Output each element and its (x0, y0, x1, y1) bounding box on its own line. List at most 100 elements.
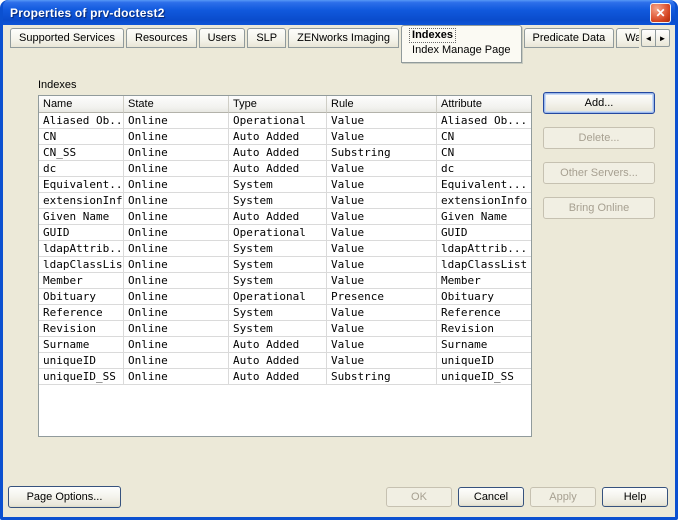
table-cell: Value (327, 353, 437, 369)
tab-label: Supported Services (19, 32, 115, 44)
column-header-attribute[interactable]: Attribute (437, 96, 531, 113)
tab-resources[interactable]: Resources (126, 28, 197, 48)
tab-slp[interactable]: SLP (247, 28, 286, 48)
table-cell: Online (124, 337, 229, 353)
dialog-body: Supported Services ResourcesUsers SLP ZENwo… (3, 25, 675, 517)
table-cell: System (229, 321, 327, 337)
table-cell: Member (437, 273, 531, 289)
tab-predicate-data[interactable]: Predicate Data (524, 28, 615, 48)
apply-button: Apply (530, 487, 596, 507)
table-cell: Substring (327, 145, 437, 161)
table-row[interactable]: GUIDOnlineOperationalValueGUID (39, 225, 531, 241)
table-row[interactable]: uniqueID_SSOnlineAuto AddedSubstringuniq… (39, 369, 531, 385)
bring-online-button: Bring Online (543, 197, 655, 219)
tab-sublabel: Index Manage Page (410, 42, 512, 56)
table-cell: Given Name (39, 209, 124, 225)
table-row[interactable]: ldapAttrib...OnlineSystemValueldapAttrib… (39, 241, 531, 257)
table-row[interactable]: Equivalent...OnlineSystemValueEquivalent… (39, 177, 531, 193)
table-cell: GUID (39, 225, 124, 241)
table-cell: Value (327, 321, 437, 337)
table-cell: Obituary (437, 289, 531, 305)
table-cell: Online (124, 193, 229, 209)
title-bar[interactable]: Properties of prv-doctest2 ✕ (3, 0, 675, 25)
column-header-rule[interactable]: Rule (327, 96, 437, 113)
table-cell: System (229, 193, 327, 209)
table-cell: CN_SS (39, 145, 124, 161)
window-title: Properties of prv-doctest2 (10, 6, 650, 20)
table-row[interactable]: dcOnlineAuto AddedValuedc (39, 161, 531, 177)
tab-label: ZENworks Imaging (297, 32, 390, 44)
tab-indexes[interactable]: IndexesIndex Manage Page (401, 25, 521, 63)
table-cell: System (229, 257, 327, 273)
table-row[interactable]: MemberOnlineSystemValueMember (39, 273, 531, 289)
table-row[interactable]: uniqueIDOnlineAuto AddedValueuniqueID (39, 353, 531, 369)
table-cell: Presence (327, 289, 437, 305)
column-header-type[interactable]: Type (229, 96, 327, 113)
table-row[interactable]: Given NameOnlineAuto AddedValueGiven Nam… (39, 209, 531, 225)
table-cell: System (229, 273, 327, 289)
indexes-table: NameStateTypeRuleAttribute Aliased Ob...… (38, 95, 532, 437)
table-cell: Member (39, 273, 124, 289)
table-cell: uniqueID_SS (39, 369, 124, 385)
table-row[interactable]: ObituaryOnlineOperationalPresenceObituar… (39, 289, 531, 305)
tab-strip: Supported Services ResourcesUsers SLP ZENwo… (10, 25, 639, 67)
table-cell: Value (327, 129, 437, 145)
column-header-name[interactable]: Name (39, 96, 124, 113)
table-cell: Value (327, 337, 437, 353)
table-cell: Given Name (437, 209, 531, 225)
help-button[interactable]: Help (602, 487, 668, 507)
table-row[interactable]: RevisionOnlineSystemValueRevision (39, 321, 531, 337)
table-cell: Online (124, 257, 229, 273)
table-cell: Aliased Ob... (437, 113, 531, 129)
table-cell: Revision (437, 321, 531, 337)
table-cell: CN (437, 129, 531, 145)
table-row[interactable]: extensionInfoOnlineSystemValueextensionI… (39, 193, 531, 209)
table-row[interactable]: ReferenceOnlineSystemValueReference (39, 305, 531, 321)
table-cell: Substring (327, 369, 437, 385)
table-row[interactable]: Aliased Ob...OnlineOperationalValueAlias… (39, 113, 531, 129)
table-cell: Online (124, 321, 229, 337)
table-row[interactable]: SurnameOnlineAuto AddedValueSurname (39, 337, 531, 353)
column-header-state[interactable]: State (124, 96, 229, 113)
table-row[interactable]: ldapClassListOnlineSystemValueldapClassL… (39, 257, 531, 273)
tab-scroll-right-icon[interactable]: ► (655, 29, 670, 47)
table-cell: ldapClassList (39, 257, 124, 273)
table-cell: ldapAttrib... (437, 241, 531, 257)
tab-wan-traff[interactable]: Wan Traff (616, 28, 639, 48)
side-button-column: Add...Delete...Other Servers...Bring Onl… (543, 92, 655, 219)
table-cell: Auto Added (229, 337, 327, 353)
add-button[interactable]: Add... (543, 92, 655, 114)
tab-supported-services[interactable]: Supported Services (10, 28, 124, 48)
tab-label: Indexes (410, 29, 455, 42)
table-cell: System (229, 305, 327, 321)
page-options-button[interactable]: Page Options... (8, 486, 121, 508)
table-cell: Auto Added (229, 129, 327, 145)
tab-users[interactable]: Users (199, 28, 246, 48)
tab-scroll-buttons: ◄ ► (641, 29, 670, 47)
table-cell: Online (124, 161, 229, 177)
table-cell: Reference (437, 305, 531, 321)
table-cell: Equivalent... (437, 177, 531, 193)
table-cell: System (229, 241, 327, 257)
table-cell: Value (327, 177, 437, 193)
table-cell: Auto Added (229, 369, 327, 385)
table-cell: Value (327, 273, 437, 289)
tab-zenworks-imaging[interactable]: ZENworks Imaging (288, 28, 399, 48)
tab-scroll-left-icon[interactable]: ◄ (641, 29, 656, 47)
table-cell: Value (327, 305, 437, 321)
table-cell: Value (327, 161, 437, 177)
table-cell: Value (327, 193, 437, 209)
table-cell: dc (437, 161, 531, 177)
tab-label: Predicate Data (533, 32, 606, 44)
table-cell: uniqueID_SS (437, 369, 531, 385)
table-row[interactable]: CN_SSOnlineAuto AddedSubstringCN (39, 145, 531, 161)
cancel-button[interactable]: Cancel (458, 487, 524, 507)
table-cell: ldapAttrib... (39, 241, 124, 257)
table-cell: dc (39, 161, 124, 177)
table-row[interactable]: CNOnlineAuto AddedValueCN (39, 129, 531, 145)
tab-label: SLP (256, 32, 277, 44)
table-cell: CN (437, 145, 531, 161)
table-cell: Obituary (39, 289, 124, 305)
table-cell: Online (124, 129, 229, 145)
close-button[interactable]: ✕ (650, 3, 671, 23)
